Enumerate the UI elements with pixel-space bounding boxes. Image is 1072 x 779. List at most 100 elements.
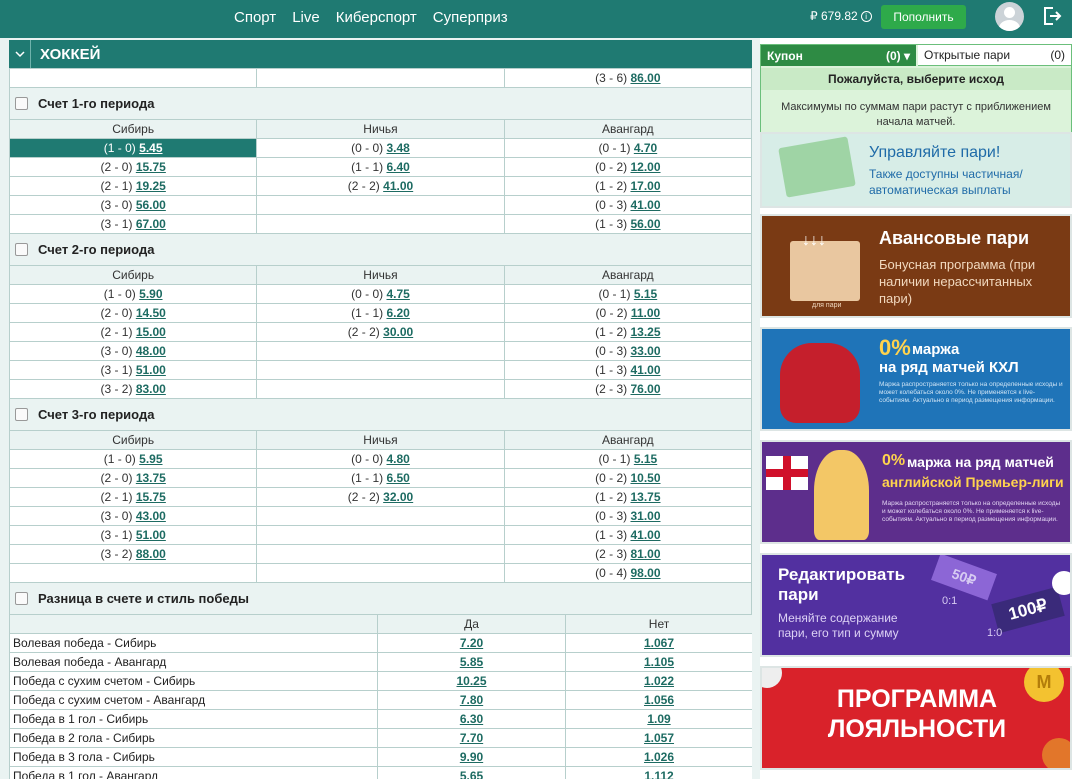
odds-cell[interactable]: 9.90 (377, 747, 566, 767)
odds-link[interactable]: 81.00 (630, 547, 660, 561)
odds-cell[interactable]: (3 - 2) 88.00 (9, 544, 258, 564)
odds-cell[interactable]: (0 - 1) 5.15 (503, 449, 752, 469)
odds-link[interactable]: 1.022 (644, 674, 674, 688)
odds-link[interactable]: 4.80 (386, 452, 409, 466)
banner-edit-bets[interactable]: Редактировать пари Меняйте содержание па… (760, 553, 1072, 657)
odds-link[interactable]: 41.00 (630, 363, 660, 377)
odds-cell[interactable]: 1.057 (565, 728, 752, 748)
odds-cell[interactable]: (1 - 2) 17.00 (503, 176, 752, 196)
odds-cell[interactable]: 1.112 (565, 766, 752, 779)
market-title[interactable]: Счет 3-го периода (9, 399, 752, 430)
odds-link[interactable]: 88.00 (136, 547, 166, 561)
odds-cell[interactable]: (0 - 0) 4.80 (256, 449, 505, 469)
odds-cell[interactable]: (1 - 1) 6.40 (256, 157, 505, 177)
odds-link[interactable]: 5.15 (634, 287, 657, 301)
odds-link[interactable]: 1.112 (644, 769, 673, 779)
odds-cell[interactable]: (1 - 0) 5.90 (9, 284, 258, 304)
odds-cell[interactable]: (1 - 0) 5.95 (9, 449, 258, 469)
odds-cell[interactable]: (3 - 1) 67.00 (9, 214, 258, 234)
banner-manage-bets[interactable]: Управляйте пари! Также доступны частична… (760, 132, 1072, 208)
odds-link[interactable]: 83.00 (136, 382, 166, 396)
banner-khl-margin[interactable]: 0% маржа на ряд матчей КХЛ Маржа распрос… (760, 327, 1072, 431)
odds-link[interactable]: 12.00 (630, 160, 660, 174)
odds-cell[interactable]: (0 - 3) 31.00 (503, 506, 752, 526)
odds-link[interactable]: 4.70 (634, 141, 657, 155)
odds-link[interactable]: 33.00 (630, 344, 660, 358)
odds-cell[interactable]: (2 - 2) 32.00 (256, 487, 505, 507)
odds-cell[interactable]: (3 - 1) 51.00 (9, 525, 258, 545)
odds-link[interactable]: 43.00 (136, 509, 166, 523)
market-diff-title[interactable]: Разница в счете и стиль победы (9, 583, 752, 614)
odds-link[interactable]: 51.00 (136, 363, 166, 377)
checkbox[interactable] (15, 243, 28, 256)
chevron-down-icon[interactable] (9, 40, 31, 68)
odds-link[interactable]: 11.00 (631, 306, 660, 320)
odds-link[interactable]: 41.00 (383, 179, 413, 193)
odds-link[interactable]: 7.80 (460, 693, 483, 707)
odds-cell[interactable]: (1 - 3) 41.00 (503, 360, 752, 380)
odds-link[interactable]: 31.00 (630, 509, 660, 523)
checkbox[interactable] (15, 592, 28, 605)
odds-cell[interactable]: (3 - 2) 83.00 (9, 379, 258, 399)
tab-coupon[interactable]: Купон (0) ▾ (761, 45, 916, 66)
odds-cell[interactable]: (1 - 3) 41.00 (503, 525, 752, 545)
odds-link[interactable]: 5.90 (139, 287, 162, 301)
odds-cell[interactable]: (0 - 1) 5.15 (503, 284, 752, 304)
odds-link[interactable]: 5.95 (139, 452, 162, 466)
odds-cell[interactable]: (0 - 1) 4.70 (503, 138, 752, 158)
odds-link[interactable]: 6.30 (460, 712, 483, 726)
odds-link[interactable]: 10.25 (456, 674, 486, 688)
odds-cell[interactable]: (2 - 0) 14.50 (9, 303, 258, 323)
odds-cell[interactable]: (3 - 1) 51.00 (9, 360, 258, 380)
odds-link[interactable]: 32.00 (383, 490, 413, 504)
odds-cell[interactable]: 10.25 (377, 671, 566, 691)
nav-live[interactable]: Live (292, 9, 320, 26)
odds-cell[interactable]: (2 - 1) 19.25 (9, 176, 258, 196)
odds-link[interactable]: 19.25 (136, 179, 166, 193)
odds-cell[interactable]: 7.20 (377, 633, 566, 653)
odds-link[interactable]: 41.00 (630, 198, 660, 212)
odds-cell[interactable]: (2 - 0) 15.75 (9, 157, 258, 177)
checkbox[interactable] (15, 97, 28, 110)
odds-cell[interactable]: (0 - 2) 11.00 (503, 303, 752, 323)
odds-link[interactable]: 15.75 (136, 160, 166, 174)
tab-open-bets[interactable]: Открытые пари (0) (918, 45, 1071, 66)
odds-cell[interactable]: (2 - 3) 76.00 (503, 379, 752, 399)
market-title[interactable]: Счет 1-го периода (9, 88, 752, 119)
odds-link[interactable]: 1.026 (644, 750, 674, 764)
odds-cell[interactable]: (2 - 3) 81.00 (503, 544, 752, 564)
odds-link[interactable]: 56.00 (630, 217, 660, 231)
checkbox[interactable] (15, 408, 28, 421)
odds-link[interactable]: 17.00 (630, 179, 660, 193)
market-title[interactable]: Счет 2-го периода (9, 234, 752, 265)
odds-link[interactable]: 56.00 (136, 198, 166, 212)
odds-link[interactable]: 6.50 (386, 471, 409, 485)
info-icon[interactable]: i (860, 10, 872, 22)
odds-cell[interactable]: (2 - 1) 15.75 (9, 487, 258, 507)
banner-advance-bets[interactable]: ↓↓↓ для пари Авансовые пари Бонусная про… (760, 214, 1072, 318)
odds-link[interactable]: 1.056 (644, 693, 674, 707)
odds-cell[interactable]: (2 - 2) 30.00 (256, 322, 505, 342)
odds-link[interactable]: 76.00 (630, 382, 660, 396)
odds-cell[interactable]: 7.70 (377, 728, 566, 748)
odds-cell[interactable]: (1 - 1) 6.50 (256, 468, 505, 488)
odds-cell[interactable]: (0 - 0) 3.48 (256, 138, 505, 158)
odds-cell[interactable]: 7.80 (377, 690, 566, 710)
odds-cell[interactable]: 1.105 (565, 652, 752, 672)
odds-link[interactable]: 13.75 (136, 471, 166, 485)
banner-epl-margin[interactable]: 0% маржа на ряд матчей английской Премье… (760, 440, 1072, 544)
odds-cell[interactable]: (1 - 2) 13.75 (503, 487, 752, 507)
odds-cell[interactable]: 5.65 (377, 766, 566, 779)
odds-link[interactable]: 1.105 (644, 655, 674, 669)
odds-link[interactable]: 9.90 (460, 750, 483, 764)
odds-link[interactable]: 1.067 (644, 636, 674, 650)
odds-cell[interactable]: (2 - 2) 41.00 (256, 176, 505, 196)
odds-link[interactable]: 51.00 (136, 528, 166, 542)
odds-cell[interactable]: (1 - 1) 6.20 (256, 303, 505, 323)
odds-link[interactable]: 15.00 (136, 325, 166, 339)
odds-link[interactable]: 13.25 (630, 325, 660, 339)
odds-link[interactable]: 48.00 (136, 344, 166, 358)
odds-link[interactable]: 86.00 (630, 71, 660, 85)
odds-link[interactable]: 5.65 (460, 769, 483, 779)
nav-esport[interactable]: Киберспорт (336, 9, 417, 26)
